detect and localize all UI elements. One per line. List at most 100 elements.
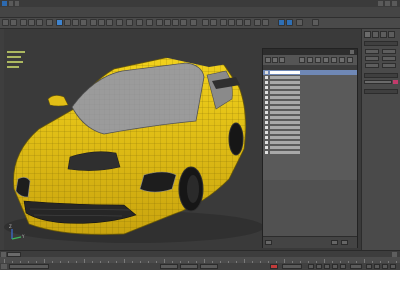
name-and-color-rollout[interactable] bbox=[364, 73, 398, 78]
menu-item[interactable] bbox=[84, 9, 98, 14]
material-editor-icon[interactable] bbox=[254, 19, 261, 26]
toggle-ribbon-icon[interactable] bbox=[228, 19, 235, 26]
explorer-empty-area[interactable] bbox=[263, 180, 357, 236]
create-tab-icon[interactable] bbox=[364, 31, 371, 38]
menu-item[interactable] bbox=[33, 9, 45, 14]
named-selection-sets-dropdown[interactable] bbox=[190, 19, 197, 26]
maximize-icon[interactable] bbox=[385, 1, 390, 6]
percent-snap-icon[interactable] bbox=[172, 19, 179, 26]
create-object-button[interactable] bbox=[365, 49, 379, 54]
sort-icon[interactable] bbox=[272, 57, 278, 63]
options-icon[interactable] bbox=[347, 57, 353, 63]
close-icon[interactable] bbox=[392, 1, 397, 6]
undo-icon[interactable] bbox=[2, 19, 9, 26]
redo-icon[interactable] bbox=[10, 19, 17, 26]
snaps-toggle-icon[interactable] bbox=[156, 19, 163, 26]
select-by-name-icon[interactable] bbox=[64, 19, 71, 26]
pan-icon[interactable] bbox=[374, 264, 380, 269]
menu-item[interactable] bbox=[158, 9, 172, 14]
explorer-footer-button[interactable] bbox=[331, 240, 338, 245]
quick-access-icon[interactable] bbox=[9, 1, 13, 6]
list-item[interactable] bbox=[263, 150, 357, 155]
go-to-end-icon[interactable] bbox=[340, 264, 346, 269]
schematic-view-icon[interactable] bbox=[244, 19, 251, 26]
create-object-button[interactable] bbox=[365, 56, 379, 61]
pivot-center-icon[interactable] bbox=[126, 19, 133, 26]
display-icon[interactable] bbox=[299, 57, 305, 63]
layer-explorer-icon[interactable] bbox=[220, 19, 227, 26]
auto-key-button[interactable] bbox=[270, 264, 278, 269]
render-frame-icon[interactable] bbox=[278, 19, 285, 26]
object-type-rollout[interactable] bbox=[364, 41, 398, 46]
object-name-field[interactable] bbox=[364, 80, 392, 84]
align-icon[interactable] bbox=[210, 19, 217, 26]
reference-coordinate-dropdown[interactable] bbox=[116, 19, 123, 26]
mirror-icon[interactable] bbox=[202, 19, 209, 26]
curve-editor-icon[interactable] bbox=[236, 19, 243, 26]
layer-icon[interactable] bbox=[331, 57, 337, 63]
explorer-mode-dropdown[interactable] bbox=[265, 240, 272, 245]
quick-access-icon[interactable] bbox=[15, 1, 19, 6]
play-icon[interactable] bbox=[324, 264, 330, 269]
current-frame-field[interactable] bbox=[350, 264, 362, 269]
angle-snap-icon[interactable] bbox=[164, 19, 171, 26]
select-object-icon[interactable] bbox=[56, 19, 63, 26]
menu-item[interactable] bbox=[194, 9, 208, 14]
perspective-viewport[interactable]: Z Y bbox=[4, 29, 361, 250]
move-icon[interactable] bbox=[90, 19, 97, 26]
selection-filter-icon[interactable] bbox=[46, 19, 53, 26]
modify-tab-icon[interactable] bbox=[372, 31, 379, 38]
render-icon[interactable] bbox=[315, 57, 321, 63]
create-object-button[interactable] bbox=[382, 49, 396, 54]
keyboard-shortcut-override-icon[interactable] bbox=[146, 19, 153, 26]
menu-item[interactable] bbox=[66, 9, 80, 14]
link-icon[interactable] bbox=[20, 19, 27, 26]
toolbar-extra-icon[interactable] bbox=[312, 19, 319, 26]
x-coordinate-field[interactable] bbox=[160, 264, 178, 269]
previous-key-icon[interactable] bbox=[316, 264, 322, 269]
find-icon[interactable] bbox=[279, 57, 285, 63]
render-production-icon[interactable] bbox=[286, 19, 293, 26]
window-crossing-icon[interactable] bbox=[80, 19, 87, 26]
create-object-button[interactable] bbox=[382, 56, 396, 61]
hierarchy-tab-icon[interactable] bbox=[380, 31, 387, 38]
key-filters-dropdown[interactable] bbox=[282, 264, 302, 269]
select-manipulate-icon[interactable] bbox=[136, 19, 143, 26]
orbit-icon[interactable] bbox=[382, 264, 388, 269]
menu-item[interactable] bbox=[140, 9, 154, 14]
rectangular-selection-icon[interactable] bbox=[72, 19, 79, 26]
object-color-swatch[interactable] bbox=[393, 80, 398, 84]
next-key-icon[interactable] bbox=[332, 264, 338, 269]
scale-icon[interactable] bbox=[106, 19, 113, 26]
hierarchy-icon[interactable] bbox=[339, 57, 345, 63]
y-coordinate-field[interactable] bbox=[180, 264, 198, 269]
minimize-icon[interactable] bbox=[378, 1, 383, 6]
filter-icon[interactable] bbox=[265, 57, 271, 63]
spinner-snap-icon[interactable] bbox=[180, 19, 187, 26]
z-coordinate-field[interactable] bbox=[200, 264, 218, 269]
maxscript-listener-icon[interactable] bbox=[1, 264, 7, 269]
explorer-footer-button[interactable] bbox=[341, 240, 348, 245]
close-icon[interactable] bbox=[350, 50, 354, 54]
radiosity-icon[interactable] bbox=[323, 57, 329, 63]
parameters-rollout[interactable] bbox=[364, 89, 398, 94]
create-object-button[interactable] bbox=[382, 63, 396, 68]
rotate-icon[interactable] bbox=[98, 19, 105, 26]
go-to-start-icon[interactable] bbox=[308, 264, 314, 269]
layer-explorer-window[interactable] bbox=[262, 48, 358, 248]
render-setup-icon[interactable] bbox=[262, 19, 269, 26]
bind-space-warp-icon[interactable] bbox=[36, 19, 43, 26]
motion-tab-icon[interactable] bbox=[388, 31, 395, 38]
zoom-icon[interactable] bbox=[366, 264, 372, 269]
render-iterative-icon[interactable] bbox=[296, 19, 303, 26]
menu-item[interactable] bbox=[212, 9, 226, 14]
app-logo-icon[interactable] bbox=[2, 1, 7, 6]
layer-list[interactable] bbox=[263, 70, 357, 180]
unlink-icon[interactable] bbox=[28, 19, 35, 26]
menu-item[interactable] bbox=[176, 9, 190, 14]
menu-item[interactable] bbox=[122, 9, 136, 14]
maximize-viewport-icon[interactable] bbox=[390, 264, 396, 269]
menu-item[interactable] bbox=[3, 9, 15, 14]
menu-item[interactable] bbox=[48, 9, 62, 14]
freeze-icon[interactable] bbox=[307, 57, 313, 63]
